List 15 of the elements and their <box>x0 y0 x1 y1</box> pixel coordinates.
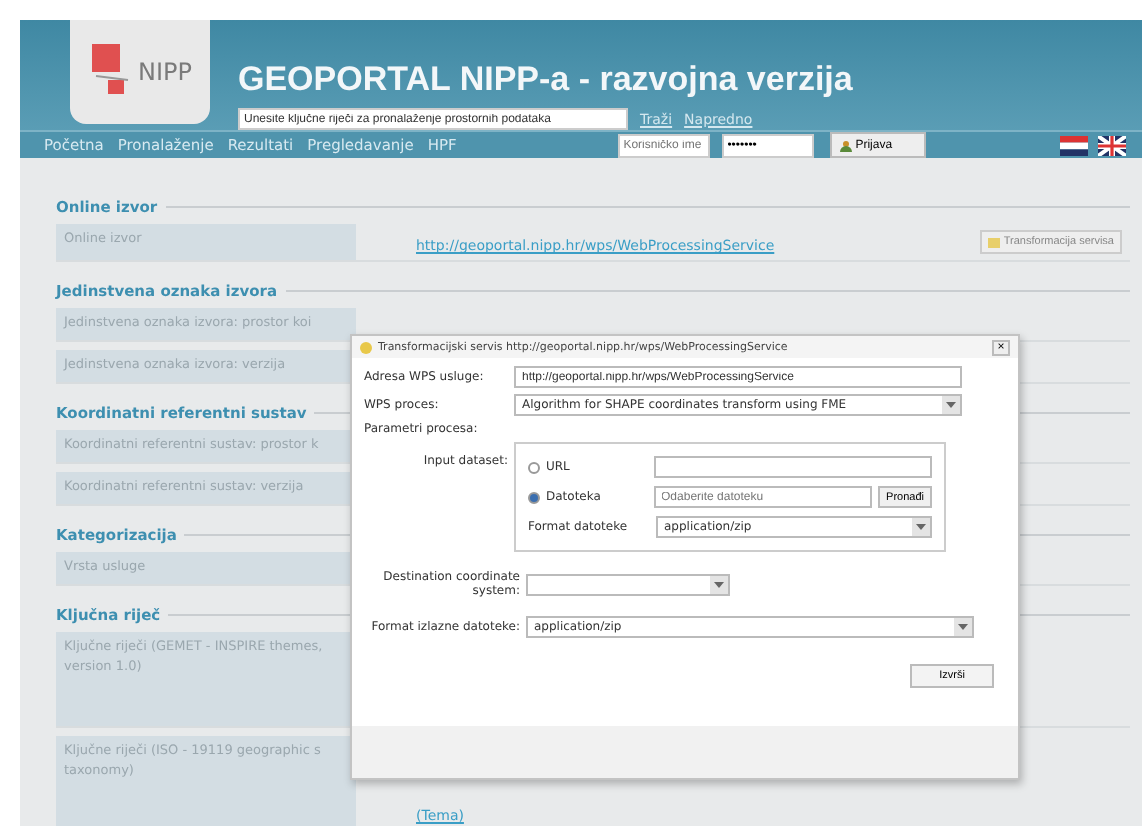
logo[interactable]: NIPP <box>70 20 210 124</box>
dialog-icon <box>360 341 372 353</box>
dropdown-arrow-icon <box>954 618 972 636</box>
user-icon <box>839 139 852 151</box>
url-field[interactable] <box>654 456 932 478</box>
dropdown-arrow-icon <box>942 396 960 414</box>
croatian-flag-icon[interactable] <box>1060 135 1089 155</box>
radio-button[interactable] <box>528 491 540 503</box>
site-title: GEOPORTAL NIPP-a - razvojna verzija <box>238 60 853 100</box>
british-flag-icon[interactable] <box>1098 135 1127 155</box>
radio-button[interactable] <box>528 461 540 473</box>
dropdown-arrow-icon <box>710 575 728 593</box>
dropdown-arrow-icon <box>912 518 930 536</box>
folder-icon <box>987 237 1000 247</box>
logo-text: NIPP <box>138 58 192 86</box>
